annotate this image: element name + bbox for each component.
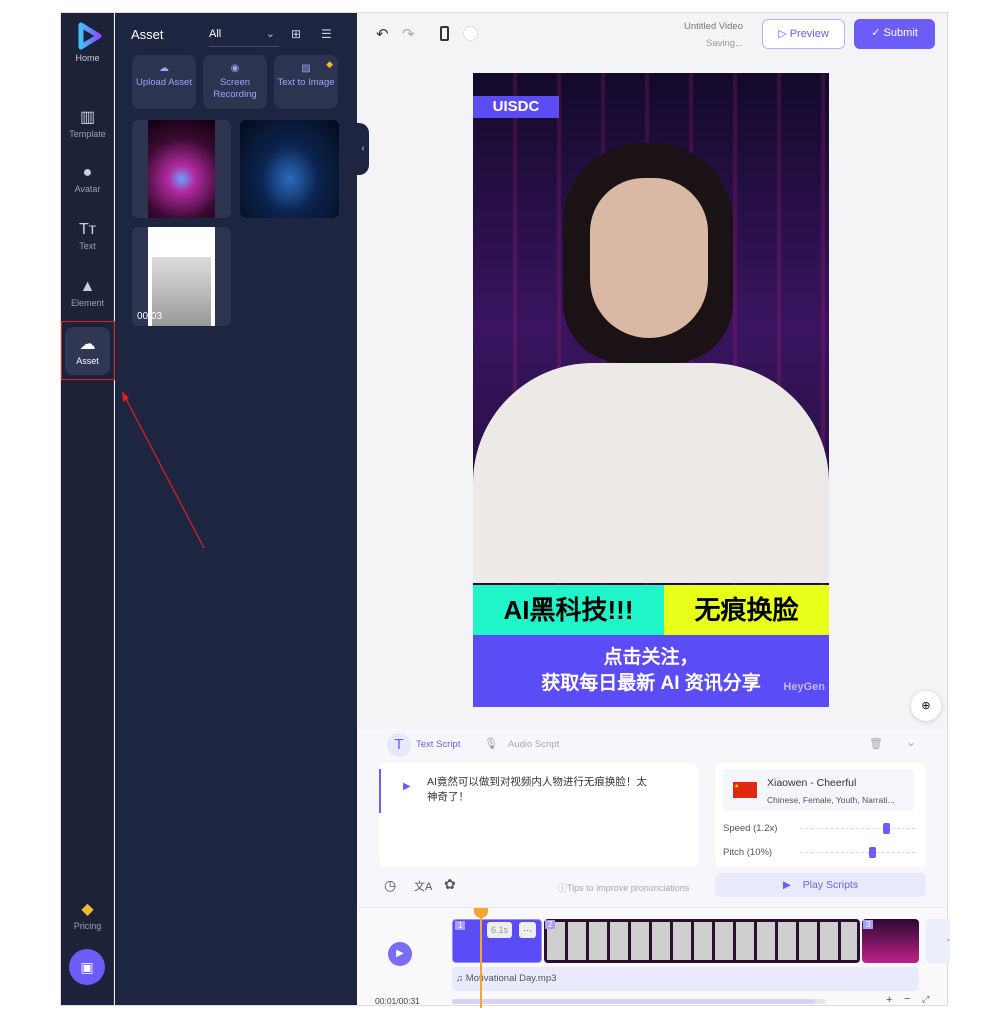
annotation-arrow	[122, 391, 205, 549]
